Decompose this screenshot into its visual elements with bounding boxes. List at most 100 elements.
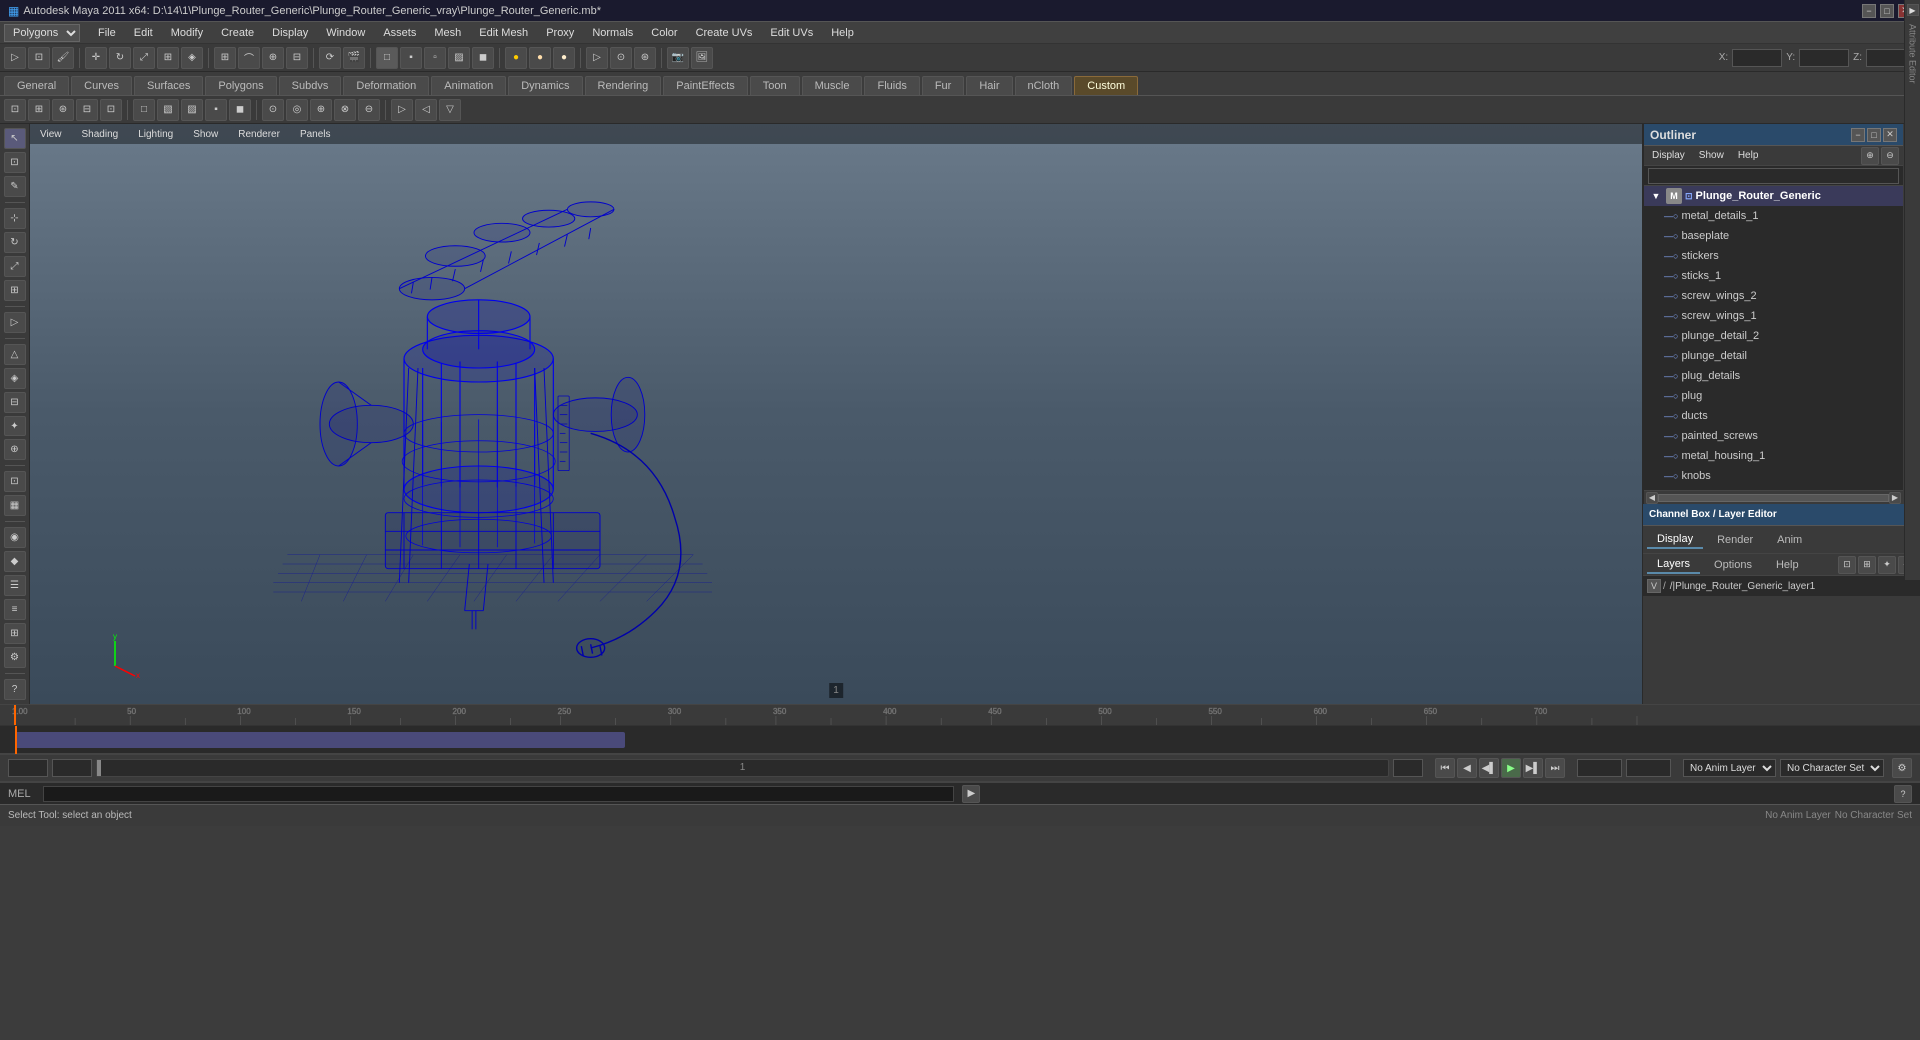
flat-shade-btn[interactable]: ▫ [424,47,446,69]
paint-select-btn[interactable]: 🖌 [52,47,74,69]
timeline-settings-btn[interactable]: ⚙ [1892,758,1912,778]
menu-edit-uvs[interactable]: Edit UVs [762,25,821,41]
tab-animation[interactable]: Animation [431,76,506,95]
tab-subdivs[interactable]: Subdvs [279,76,342,95]
view3-tb2[interactable]: ▽ [439,99,461,121]
scale-btn[interactable]: ⤢ [133,47,155,69]
menu-normals[interactable]: Normals [584,25,641,41]
outliner-item-4[interactable]: —○ screw_wings_2 [1644,286,1903,306]
move-tool-btn[interactable]: ⊹ [4,208,26,229]
mel-input[interactable] [43,786,955,802]
tab-fluids[interactable]: Fluids [864,76,919,95]
shading-tb2[interactable]: □ [133,99,155,121]
light3-btn[interactable]: ● [553,47,575,69]
tab-fur[interactable]: Fur [922,76,965,95]
outliner-item-0[interactable]: —○ metal_details_1 [1644,206,1903,226]
timeline-track[interactable] [0,726,1920,754]
outliner-tree[interactable]: ▼ M ⊡ Plunge_Router_Generic —○ metal_det… [1644,186,1903,490]
menu-color[interactable]: Color [643,25,685,41]
universal-tool-btn[interactable]: ⊞ [4,280,26,301]
quick-sel-btn[interactable]: ◉ [4,527,26,548]
outliner-collapse-btn[interactable]: ⊖ [1881,147,1899,165]
outliner-help-menu[interactable]: Help [1734,149,1763,162]
light1-btn[interactable]: ● [505,47,527,69]
show3-tb2[interactable]: ⊕ [310,99,332,121]
outliner-search-input[interactable] [1648,168,1899,184]
move-btn[interactable]: ✛ [85,47,107,69]
play-forward-btn[interactable]: ▶ [1501,758,1521,778]
joint-btn[interactable]: ⊕ [4,439,26,460]
cb-tab-render[interactable]: Render [1707,532,1763,548]
menu-mesh[interactable]: Mesh [426,25,469,41]
shading4-tb2[interactable]: ▪ [205,99,227,121]
tab-rendering[interactable]: Rendering [585,76,662,95]
outliner-item-5[interactable]: —○ screw_wings_1 [1644,306,1903,326]
channel-box-btn[interactable]: ⊞ [4,623,26,644]
outliner-max-btn[interactable]: □ [1867,128,1881,142]
timeline-end-2[interactable]: 48.00 [1626,759,1671,777]
outliner-expand-btn[interactable]: ⊕ [1861,147,1879,165]
outliner-display-menu[interactable]: Display [1648,149,1689,162]
layer-tool-2[interactable]: ⊞ [1858,556,1876,574]
universal-manip-btn[interactable]: ⊞ [157,47,179,69]
show-manip-tool-btn[interactable]: ▷ [4,312,26,333]
menu-assets[interactable]: Assets [375,25,424,41]
menu-edit[interactable]: Edit [126,25,161,41]
history-btn[interactable]: ⟳ [319,47,341,69]
attribute-btn[interactable]: ≡ [4,599,26,620]
select-hierarchy-btn[interactable]: ▷ [4,47,26,69]
cb-subtab-help[interactable]: Help [1766,557,1809,573]
outliner-item-11[interactable]: —○ painted_screws [1644,426,1903,446]
viewport[interactable]: View Shading Lighting Show Renderer Pane… [30,124,1642,704]
layer-tool-1[interactable]: ⊡ [1838,556,1856,574]
shading2-tb2[interactable]: ▧ [157,99,179,121]
outliner-show-menu[interactable]: Show [1695,149,1728,162]
play-jump-end-btn[interactable]: ⏭ [1545,758,1565,778]
maximize-button[interactable]: □ [1880,4,1894,18]
workspace-selector[interactable]: Polygons [4,24,80,42]
menu-display[interactable]: Display [264,25,316,41]
snap-mid-tb2[interactable]: ⊟ [76,99,98,121]
show5-tb2[interactable]: ⊖ [358,99,380,121]
menu-modify[interactable]: Modify [163,25,211,41]
tab-custom[interactable]: Custom [1074,76,1138,95]
outliner-item-10[interactable]: —○ ducts [1644,406,1903,426]
view2-tb2[interactable]: ◁ [415,99,437,121]
outliner-btn[interactable]: ☰ [4,575,26,596]
tab-surfaces[interactable]: Surfaces [134,76,203,95]
snap-surface-btn[interactable]: ⊟ [286,47,308,69]
outliner-hscrollbar[interactable] [1658,494,1889,502]
image-plane-btn[interactable]: 🖼 [691,47,713,69]
tab-deformation[interactable]: Deformation [343,76,429,95]
tab-dynamics[interactable]: Dynamics [508,76,582,95]
render-layer-btn[interactable]: ▦ [4,495,26,516]
snap-curve-btn[interactable]: ⌒ [238,47,260,69]
y-input[interactable] [1799,49,1849,67]
lasso-tool-btn[interactable]: ⊡ [4,152,26,173]
play-jump-start-btn[interactable]: ⏮ [1435,758,1455,778]
tab-hair[interactable]: Hair [966,76,1012,95]
shaded-wire-btn[interactable]: ▨ [448,47,470,69]
menu-window[interactable]: Window [318,25,373,41]
camera-btn[interactable]: 📷 [667,47,689,69]
rotate-tool-btn[interactable]: ↻ [4,232,26,253]
outliner-item-3[interactable]: —○ sticks_1 [1644,266,1903,286]
char-set-select[interactable]: No Character Set [1780,759,1884,777]
menu-create[interactable]: Create [213,25,262,41]
lattice-btn[interactable]: ⊟ [4,392,26,413]
timeline-end-frame[interactable]: 24 [1393,759,1423,777]
lighting-menu[interactable]: Lighting [132,128,179,141]
outliner-scroll-right-btn[interactable]: ▶ [1889,492,1901,504]
isolate-btn[interactable]: ⊛ [634,47,656,69]
sculpt-btn[interactable]: ◈ [4,368,26,389]
hardware-shade-btn[interactable]: ◼ [472,47,494,69]
snap-grid-btn[interactable]: ⊞ [214,47,236,69]
tab-muscle[interactable]: Muscle [802,76,863,95]
mel-run-btn[interactable]: ▶ [962,785,980,803]
timeline-end-1[interactable]: 24.00 [1577,759,1622,777]
snap-cv-tb2[interactable]: ⊞ [28,99,50,121]
outliner-item-2[interactable]: —○ stickers [1644,246,1903,266]
minimize-button[interactable]: − [1862,4,1876,18]
cb-tab-anim[interactable]: Anim [1767,532,1812,548]
outliner-item-13[interactable]: —○ knobs [1644,466,1903,486]
